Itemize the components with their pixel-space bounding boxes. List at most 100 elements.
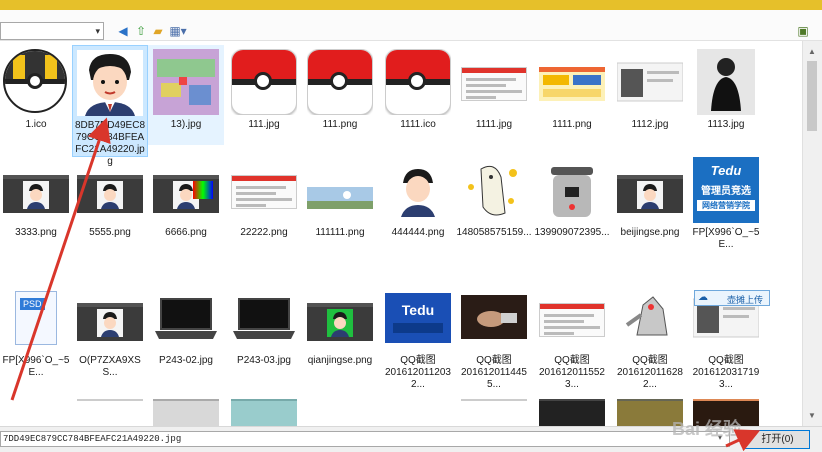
tedu-thumbnail: Tedu [385,293,451,343]
editor-screenshot-thumbnail [153,175,219,213]
webpage-thumbnail [539,303,605,337]
editor-screenshot-thumbnail [3,175,69,213]
file-item[interactable]: 1111.png [534,45,610,145]
file-thumbnail: Tedu 管理员竞选 网络营销学院 [693,157,759,223]
open-button[interactable]: 打开(0) [745,430,810,449]
svg-text:Tedu: Tedu [402,302,434,318]
webpage-thumbnail [539,67,605,101]
file-item[interactable]: 148058575159... [456,153,532,253]
file-name: 5555.png [89,227,131,238]
location-dropdown[interactable]: ▾ [0,22,104,40]
file-name: qianjingse.png [307,355,373,366]
file-item-partial[interactable] [539,399,605,426]
psd-file-icon: PSD [15,291,57,345]
file-item[interactable]: 444444.png [380,153,456,253]
file-item[interactable]: 1111.ico [380,45,456,145]
avatar-thumbnail [385,157,451,223]
file-item[interactable]: QQ截图 2016120114455... [456,281,532,390]
new-folder-icon[interactable]: ▰ [151,24,165,38]
file-name: 139909072395... [534,227,610,238]
vertical-scrollbar[interactable]: ▲ ▼ [802,41,822,426]
tedu-banner-thumbnail: Tedu 管理员竞选 网络营销学院 [693,157,759,223]
preview-pane-icon[interactable]: ▣ [796,24,810,38]
file-name: 1113.jpg [707,119,745,130]
file-name: QQ截图 2016120317193... [692,355,760,390]
file-thumbnail [617,49,683,115]
file-thumbnail: Tedu [385,285,451,351]
file-thumbnail [77,285,143,351]
upload-button[interactable]: ☁ 壶摊上传 [694,290,770,306]
scroll-up-icon[interactable]: ▲ [808,47,816,56]
file-name: 3333.png [15,227,57,238]
file-name: FP[X996`O_~5E... [2,355,70,378]
file-item[interactable]: 111.jpg [226,45,302,145]
file-item[interactable]: qianjingse.png [302,281,378,381]
view-menu-icon[interactable]: ▦▾ [169,24,187,38]
file-name: 13).jpg [170,119,202,130]
file-item[interactable]: PSD FP[X996`O_~5E... [0,281,74,381]
file-item-partial[interactable] [461,399,527,426]
file-thumbnail [3,157,69,223]
file-thumbnail [617,157,683,223]
file-name: 1112.jpg [631,119,669,130]
file-item[interactable]: 139909072395... [534,153,610,253]
product-thumbnail [539,157,605,223]
editor-screenshot-thumbnail [617,175,683,213]
file-item[interactable]: 6666.png [148,153,224,253]
file-item[interactable]: 111111.png [302,153,378,253]
laptop-thumbnail [231,285,297,351]
file-item[interactable]: P243-03.jpg [226,281,302,381]
file-item[interactable]: 111.png [302,45,378,145]
game-thumbnail [153,49,219,115]
file-item[interactable]: QQ截图 2016120115523... [534,281,610,390]
file-item-partial[interactable] [153,399,219,426]
file-name: 1.ico [25,119,47,130]
file-thumbnail [231,49,297,115]
file-thumbnail [539,157,605,223]
pokeball-thumbnail [385,49,451,115]
file-item[interactable]: QQ截图 2016120116282... [612,281,688,390]
up-folder-icon[interactable]: ⇧ [134,24,148,38]
file-thumbnail [385,49,451,115]
file-thumbnail [539,49,605,115]
file-item[interactable]: 1111.jpg [456,45,532,145]
file-item[interactable]: 5555.png [72,153,148,253]
file-name: QQ截图 2016120116282... [617,355,683,390]
file-name: P243-02.jpg [159,355,213,366]
editor-screenshot-thumbnail [77,175,143,213]
file-item[interactable]: beijingse.png [612,153,688,253]
file-thumbnail [307,49,373,115]
file-name: 1111.jpg [475,119,513,130]
editor-screenshot-thumbnail [307,303,373,341]
file-item[interactable]: 3333.png [0,153,74,253]
file-name: 22222.png [240,227,288,238]
pokeball-thumbnail [307,49,373,115]
file-item-partial[interactable] [231,399,297,426]
filename-input[interactable]: 7DD49EC879CC784BFEAFC21A49220.jpg [0,431,730,447]
scroll-down-icon[interactable]: ▼ [808,411,816,420]
pokeball-thumbnail [231,49,297,115]
scroll-thumb[interactable] [807,61,817,131]
file-name: P243-03.jpg [237,355,291,366]
file-item[interactable]: 8DB7DD49EC879CC784BFEAFC21A49220.jpg [72,45,148,167]
file-item[interactable]: P243-02.jpg [148,281,224,381]
chevron-down-icon[interactable]: ▾ [95,26,100,37]
webpage-thumbnail [461,67,527,101]
file-item[interactable]: 1113.jpg [688,45,764,145]
cartoon-thumbnail [461,157,527,223]
cloud-upload-icon: ☁ [698,292,708,303]
file-name: O(P7ZXA9XSS... [79,355,141,378]
file-item[interactable]: O(P7ZXA9XSS... [72,281,148,381]
file-item-partial[interactable] [77,399,143,426]
back-icon[interactable]: ◀ [116,24,130,38]
file-item[interactable]: 13).jpg [148,45,224,145]
file-thumbnail [231,157,297,223]
file-item[interactable]: 1112.jpg [612,45,688,145]
file-list[interactable]: 1.ico 8DB7DD49EC879CC784BFEAFC21A49220.jp… [0,41,802,426]
file-item[interactable]: Tedu 管理员竞选 网络营销学院 FP[X996`O_~5E... [688,153,764,253]
file-item[interactable]: 22222.png [226,153,302,253]
file-thumbnail [153,285,219,351]
file-item[interactable]: Tedu QQ截图 2016120112032... [380,281,456,390]
ultraball-thumbnail [3,49,67,113]
file-item[interactable]: 1.ico [0,45,74,145]
